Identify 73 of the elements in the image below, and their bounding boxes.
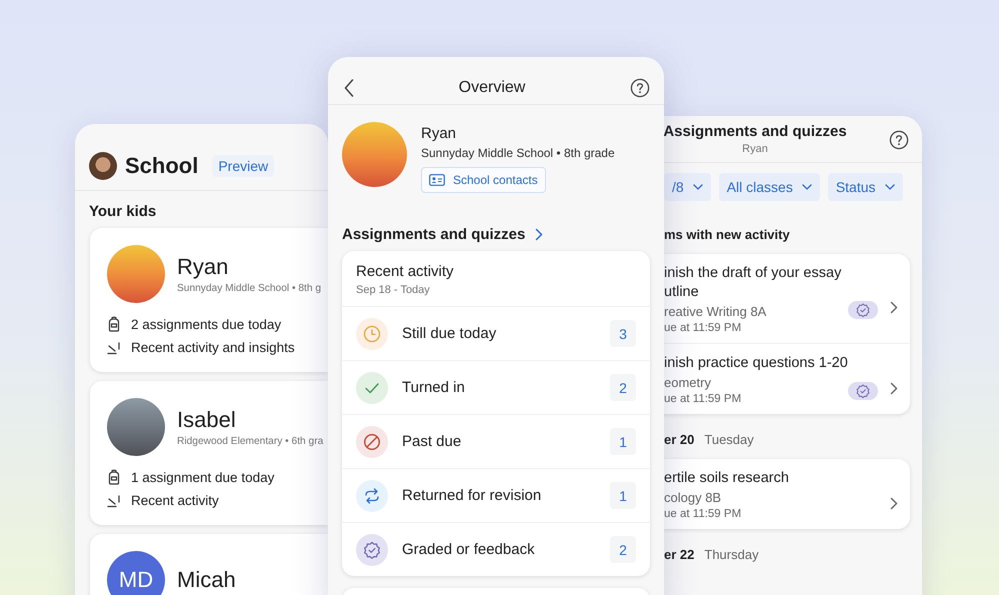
kid-info-line[interactable]: 1 assignment due today bbox=[131, 470, 274, 484]
kid-card[interactable]: Ryan Sunnyday Middle School • 8th g 2 assignments due today Recent activity and insights bbox=[90, 228, 328, 372]
count-badge: 1 bbox=[610, 428, 636, 455]
status-label[interactable]: Graded or feedback bbox=[402, 541, 610, 558]
class-name: eometry bbox=[664, 375, 712, 390]
initials-avatar: MD bbox=[107, 551, 165, 595]
checkmark-icon bbox=[356, 372, 388, 404]
chevron-right-icon bbox=[890, 301, 898, 314]
chevron-down-icon bbox=[884, 184, 895, 190]
screen-title: Assignments and quizzes bbox=[663, 123, 847, 140]
clock-icon bbox=[356, 318, 388, 350]
count-badge: 1 bbox=[610, 482, 636, 509]
due-time: ue at 11:59 PM bbox=[664, 393, 742, 405]
assignment-title[interactable]: ertile soils research bbox=[664, 469, 890, 488]
kid-name: Isabel bbox=[177, 407, 237, 433]
filter-dropdown[interactable]: Status bbox=[828, 173, 903, 201]
student-school: Sunnyday Middle School • 8th grade bbox=[421, 146, 615, 160]
due-time: ue at 11:59 PM bbox=[664, 508, 742, 520]
date-heading: er 22 bbox=[664, 547, 694, 562]
count-badge: 3 bbox=[610, 320, 636, 347]
kid-school: Ridgewood Elementary • 6th gra bbox=[177, 436, 324, 447]
help-icon[interactable] bbox=[630, 78, 650, 98]
kid-name: Micah bbox=[177, 567, 236, 593]
chevron-down-icon bbox=[802, 184, 812, 190]
kid-info-line[interactable]: 2 assignments due today bbox=[131, 316, 282, 332]
school-contacts-button[interactable]: School contacts bbox=[421, 167, 546, 193]
back-icon[interactable] bbox=[344, 78, 354, 96]
status-label[interactable]: Returned for revision bbox=[402, 487, 610, 504]
assignment-title[interactable]: inish the draft of your essay utline bbox=[664, 264, 848, 302]
weekday-label: Thursday bbox=[704, 547, 759, 562]
trend-arrow-icon bbox=[107, 340, 121, 354]
status-label[interactable]: Still due today bbox=[402, 325, 610, 342]
date-range: Sep 18 - Today bbox=[355, 283, 431, 298]
section-link[interactable]: Assignments and quizzes bbox=[342, 226, 526, 243]
kid-card[interactable]: Isabel Ridgewood Elementary • 6th gra 1 assignment due today Recent activity bbox=[90, 381, 328, 525]
kid-name: Ryan bbox=[177, 254, 230, 280]
group-heading: ms with new activity bbox=[663, 226, 791, 244]
filter-dropdown[interactable]: /8 bbox=[664, 173, 711, 201]
backpack-icon bbox=[107, 469, 121, 485]
contact-card-icon bbox=[429, 174, 445, 186]
kid-info-line[interactable]: Recent activity bbox=[131, 493, 219, 508]
screen-title: Overview bbox=[458, 78, 526, 96]
badge-check-icon bbox=[356, 534, 388, 566]
chevron-right-icon bbox=[890, 496, 898, 510]
chevron-right-icon bbox=[890, 382, 898, 394]
backpack-icon bbox=[107, 316, 121, 332]
preview-badge: Preview bbox=[212, 155, 274, 177]
arrows-cycle-icon bbox=[356, 480, 388, 512]
status-label[interactable]: Past due bbox=[402, 433, 610, 450]
kid-school: Sunnyday Middle School • 8th g bbox=[177, 283, 322, 294]
assignment-title[interactable]: inish practice questions 1-20 bbox=[664, 354, 848, 373]
count-badge: 2 bbox=[610, 536, 636, 563]
help-icon[interactable] bbox=[889, 130, 909, 150]
kid-card[interactable]: MD Micah bbox=[90, 534, 328, 595]
weekday-label: Tuesday bbox=[704, 432, 754, 447]
section-heading: Your kids bbox=[88, 202, 158, 222]
chevron-down-icon bbox=[692, 184, 703, 190]
chevron-right-icon bbox=[535, 228, 544, 241]
app-title: School bbox=[125, 153, 198, 179]
due-time: ue at 11:59 PM bbox=[664, 322, 742, 334]
kid-info-line[interactable]: Recent activity and insights bbox=[131, 340, 295, 355]
trend-arrow-icon bbox=[107, 494, 121, 508]
class-name: reative Writing 8A bbox=[664, 304, 768, 319]
profile-avatar[interactable] bbox=[89, 152, 117, 180]
status-label[interactable]: Turned in bbox=[402, 379, 610, 396]
count-badge: 2 bbox=[610, 374, 636, 401]
filter-dropdown[interactable]: All classes bbox=[718, 173, 820, 201]
class-name: cology 8B bbox=[664, 490, 722, 505]
date-heading: er 20 bbox=[664, 432, 694, 447]
student-name: Ryan bbox=[421, 125, 458, 142]
screen-subtitle: Ryan bbox=[742, 143, 768, 155]
card-title: Recent activity bbox=[355, 263, 455, 280]
prohibited-icon bbox=[356, 426, 388, 458]
